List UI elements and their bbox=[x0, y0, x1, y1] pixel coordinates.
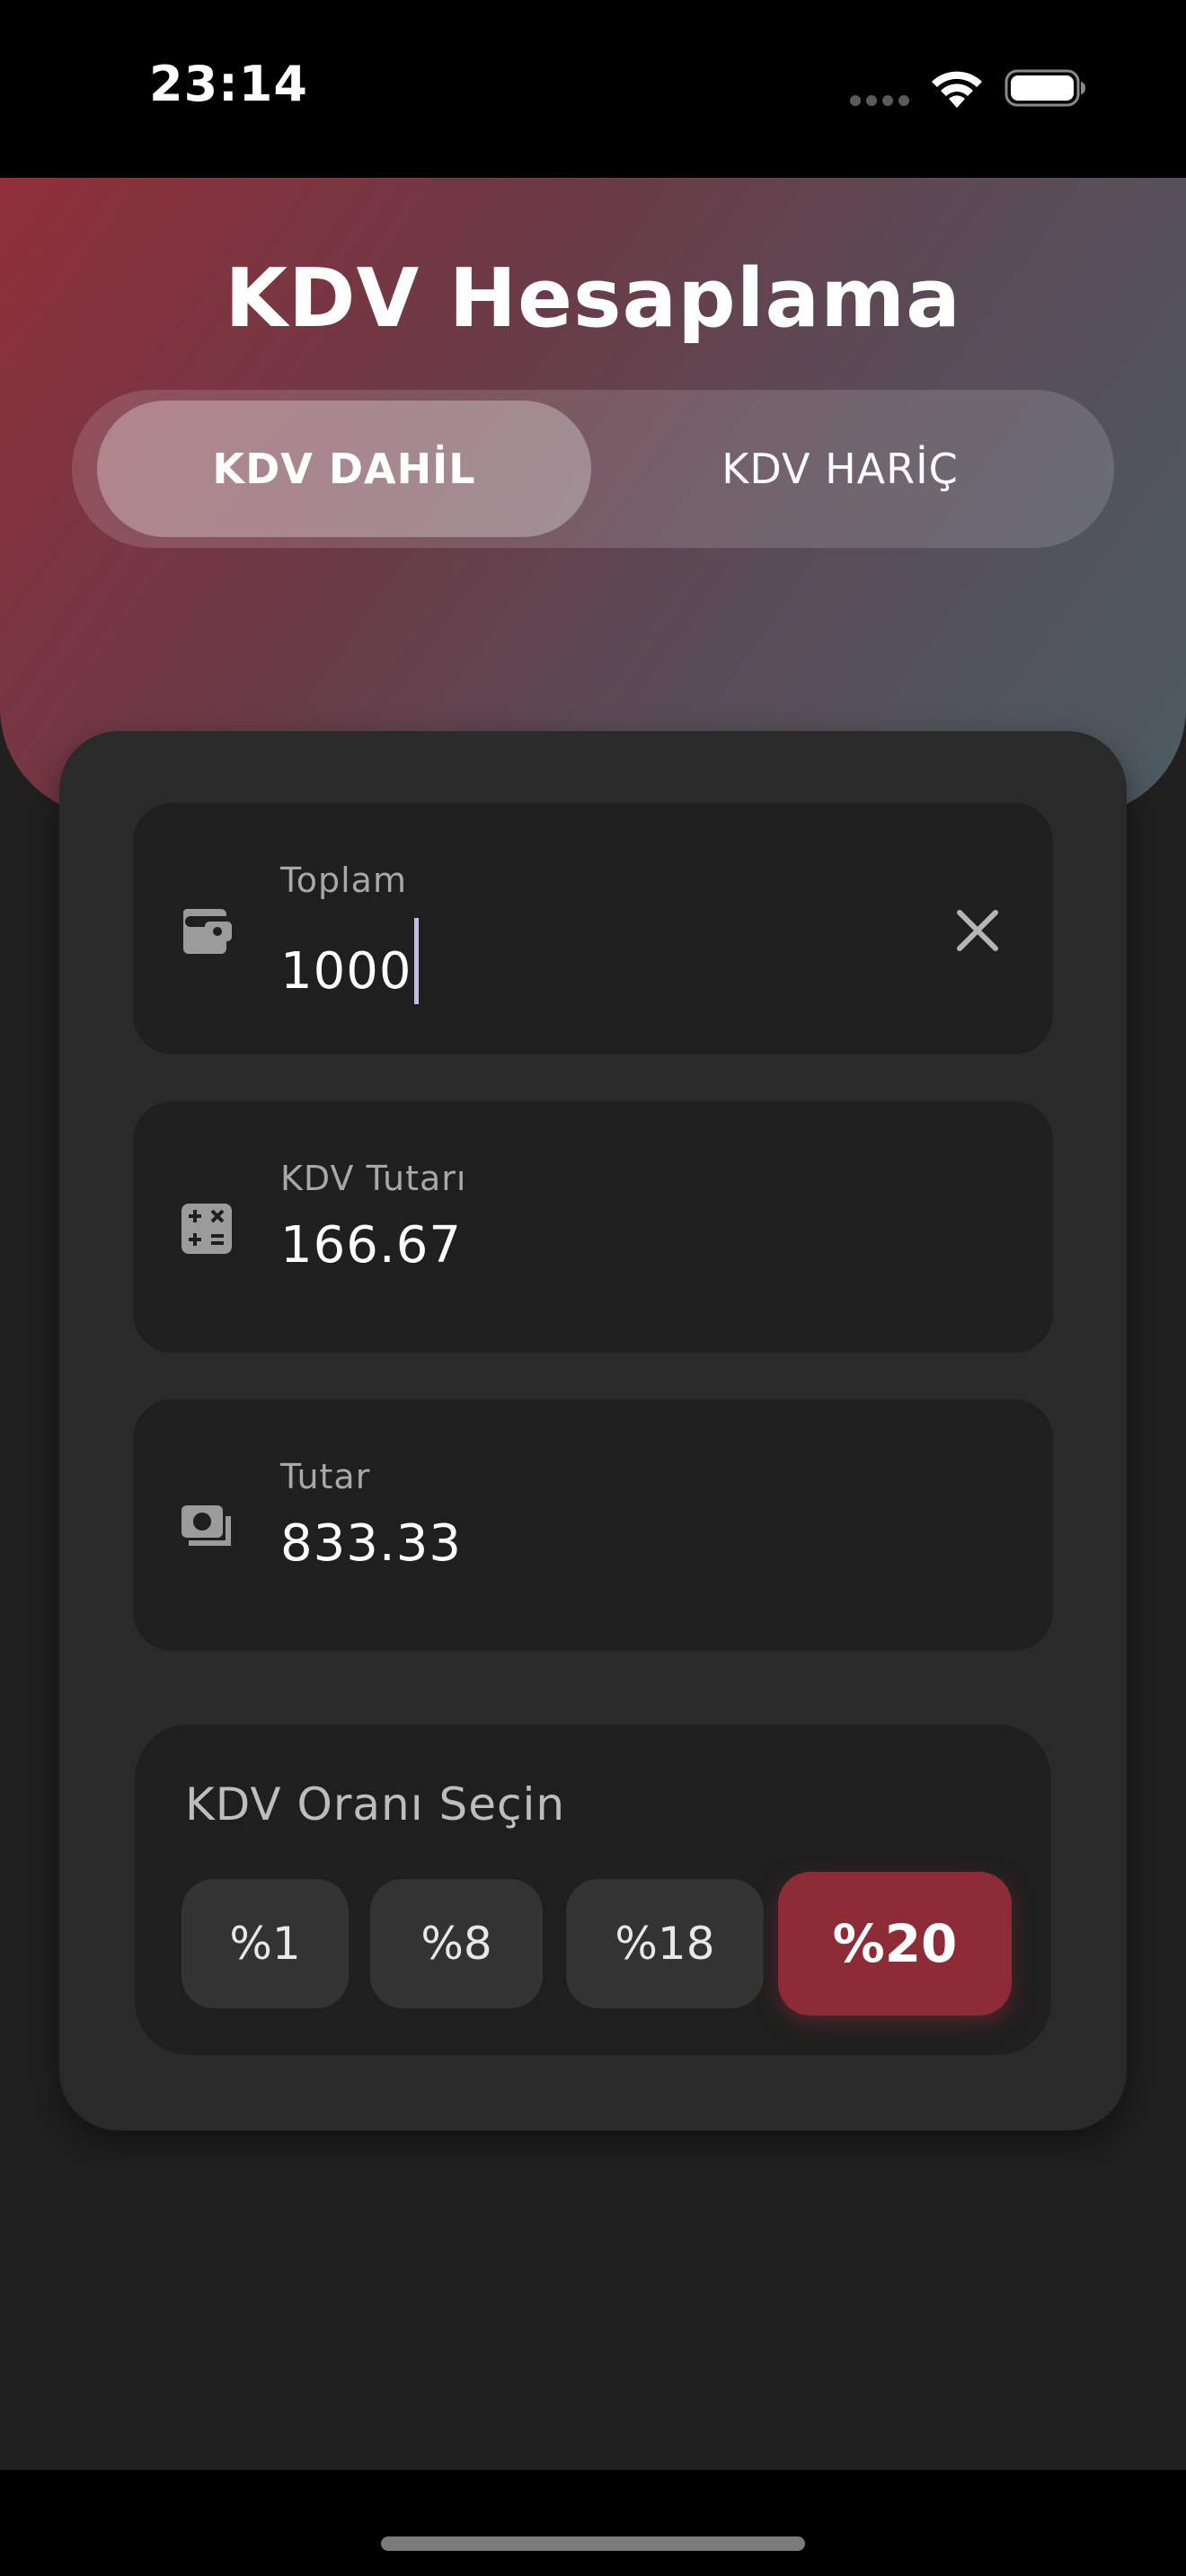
rate-option-18[interactable]: %18 bbox=[566, 1879, 764, 2008]
total-input[interactable]: 1000 bbox=[280, 918, 419, 1004]
tab-kdv-haric[interactable]: KDV HARİÇ bbox=[593, 401, 1087, 537]
rate-option-8[interactable]: %8 bbox=[370, 1879, 543, 2008]
rate-option-1[interactable]: %1 bbox=[181, 1879, 349, 2008]
tab-kdv-dahil[interactable]: KDV DAHİL bbox=[97, 401, 591, 537]
battery-icon bbox=[1005, 69, 1085, 107]
status-time: 23:14 bbox=[149, 56, 308, 112]
close-icon bbox=[957, 910, 998, 951]
cellular-signal-icon bbox=[850, 95, 909, 106]
clear-button[interactable] bbox=[943, 896, 1012, 965]
mode-toggle: KDV DAHİL KDV HARİÇ bbox=[72, 390, 1114, 548]
phone-screen: 23:14 KDV Hesaplama KDV DAHİL KDV HARİÇ bbox=[0, 0, 1186, 2576]
vat-rate-selector: KDV Oranı Seçin %1 %8 %18 %20 bbox=[135, 1725, 1051, 2055]
calculator-icon bbox=[181, 1204, 232, 1254]
home-indicator[interactable] bbox=[381, 2536, 805, 2551]
net-amount-value: 833.33 bbox=[280, 1514, 462, 1573]
status-bar: 23:14 bbox=[0, 0, 1186, 178]
total-value: 1000 bbox=[280, 942, 412, 1001]
wifi-icon bbox=[932, 71, 982, 108]
rate-option-20[interactable]: %20 bbox=[778, 1872, 1012, 2016]
text-cursor bbox=[413, 918, 419, 1004]
vat-amount-value: 166.67 bbox=[280, 1216, 462, 1275]
money-icon bbox=[181, 1505, 231, 1546]
wallet-icon bbox=[183, 909, 232, 954]
app-content: KDV Hesaplama KDV DAHİL KDV HARİÇ Toplam… bbox=[0, 178, 1186, 2470]
total-label: Toplam bbox=[280, 860, 407, 900]
net-amount-field: Tutar 833.33 bbox=[133, 1399, 1053, 1651]
total-field[interactable]: Toplam 1000 bbox=[133, 803, 1053, 1054]
vat-amount-field: KDV Tutarı 166.67 bbox=[133, 1101, 1053, 1353]
vat-amount-label: KDV Tutarı bbox=[280, 1159, 467, 1198]
vat-rate-title: KDV Oranı Seçin bbox=[185, 1778, 566, 1831]
net-amount-label: Tutar bbox=[280, 1457, 371, 1496]
page-title: KDV Hesaplama bbox=[225, 251, 961, 346]
bottom-safe-area bbox=[0, 2470, 1186, 2576]
calculator-card: Toplam 1000 KDV Tutarı 166.67 Tutar 833.… bbox=[59, 731, 1127, 2130]
